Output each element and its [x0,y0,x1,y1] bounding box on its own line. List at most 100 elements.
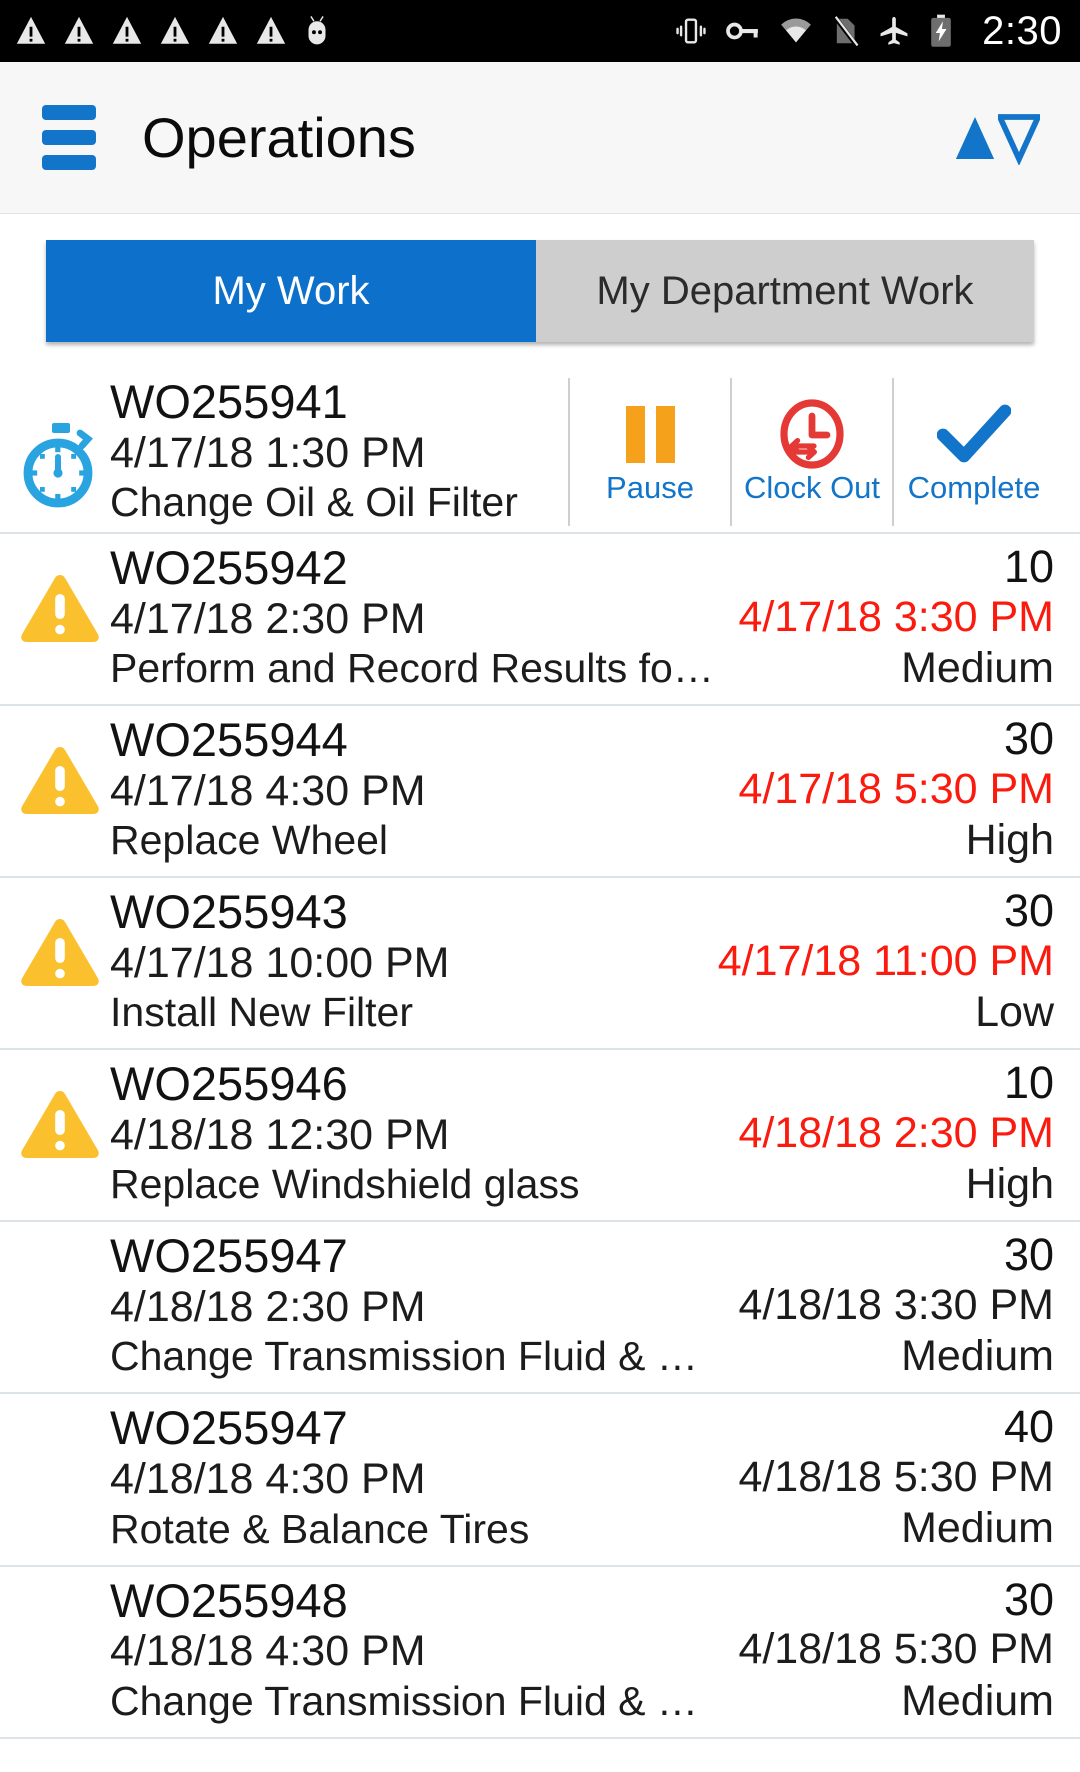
table-row[interactable]: WO255943 4/17/18 10:00 PM Install New Fi… [0,878,1080,1051]
work-order-priority: Medium [901,1504,1054,1553]
table-row[interactable]: WO255947 4/18/18 2:30 PM Change Transmis… [0,1222,1080,1395]
sim-off-icon [832,14,859,47]
work-order-due-date: 4/18/18 3:30 PM [738,1281,1054,1330]
work-order-duration: 30 [1003,713,1054,765]
work-order-due-date: 4/18/18 5:30 PM [738,1625,1054,1674]
work-order-meta: 10 4/18/18 2:30 PM High [722,1057,1054,1209]
work-order-description: Perform and Record Results for Emmisi… [110,645,722,691]
warning-icon [21,1091,99,1159]
row-status-icon [14,1577,106,1603]
warning-icon [160,16,190,44]
work-order-actions: Pause Clock Out Complete [568,378,1054,526]
warning-icon [64,16,94,44]
work-order-details: WO255947 4/18/18 4:30 PM Rotate & Balanc… [106,1404,722,1552]
warning-icon [21,747,99,815]
status-bar-system-icons: 2:30 [674,11,1062,51]
work-order-meta: 30 4/17/18 11:00 PM Low [702,885,1054,1037]
work-order-start-date: 4/17/18 4:30 PM [110,766,426,815]
work-order-details: WO255943 4/17/18 10:00 PM Install New Fi… [106,885,702,1036]
work-order-due-date: 4/18/18 5:30 PM [738,1453,1054,1502]
work-order-meta: 10 4/17/18 3:30 PM Medium [722,543,1054,692]
page-title: Operations [142,105,416,169]
work-order-meta: 40 4/18/18 5:30 PM Medium [722,1404,1054,1553]
hamburger-menu-icon[interactable] [42,105,96,170]
work-order-due-date: 4/17/18 11:00 PM [717,936,1054,985]
warning-icon [21,919,99,987]
table-row[interactable]: WO255942 4/17/18 2:30 PM Perform and Rec… [0,533,1080,707]
work-order-priority: Low [975,988,1054,1037]
clock-out-button[interactable]: Clock Out [730,378,892,526]
work-order-id: WO255947 [110,1401,348,1455]
work-order-priority: High [965,816,1054,864]
checkmark-icon [937,405,1011,463]
warning-icon [208,16,238,44]
work-order-meta: 30 4/18/18 3:30 PM Medium [722,1229,1054,1381]
status-bar-notification-icons [14,14,674,48]
work-order-start-date: 4/18/18 12:30 PM [110,1111,450,1160]
work-order-details: WO255947 4/18/18 2:30 PM Change Transmis… [106,1229,723,1380]
row-body: WO255946 4/18/18 12:30 PM Replace Windsh… [106,1057,1054,1209]
row-body: WO255944 4/17/18 4:30 PM Replace Wheel 3… [106,713,1054,864]
work-order-id: WO255947 [110,1229,348,1283]
work-order-id: WO255942 [110,540,348,594]
table-row[interactable]: WO255947 4/18/18 4:30 PM Rotate & Balanc… [0,1394,1080,1567]
row-status-icon [14,544,106,646]
work-order-description: Replace Windshield glass [110,1162,580,1208]
row-body: WO255942 4/17/18 2:30 PM Perform and Rec… [106,540,1054,692]
pause-button[interactable]: Pause [568,378,730,526]
work-order-id: WO255943 [110,885,348,939]
status-bar-clock: 2:30 [982,9,1062,53]
work-order-start-date: 4/17/18 1:30 PM [110,428,426,477]
clock-out-button-label: Clock Out [743,470,881,506]
row-status-icon [14,888,106,990]
work-order-start-date: 4/17/18 2:30 PM [110,594,426,643]
work-order-duration: 10 [1003,1057,1054,1109]
table-row[interactable]: WO255946 4/18/18 12:30 PM Replace Windsh… [0,1050,1080,1223]
row-body: WO255943 4/17/18 10:00 PM Install New Fi… [106,885,1054,1037]
work-order-description: Change Transmission Fluid & Filter [110,1678,723,1724]
work-order-due-date: 4/17/18 5:30 PM [738,764,1054,813]
work-order-details: WO255941 4/17/18 1:30 PM Change Oil & Oi… [106,375,568,526]
airplane-mode-icon [880,16,908,45]
row-status-icon [14,395,106,509]
work-order-meta: 30 4/18/18 5:30 PM Medium [722,1576,1054,1725]
work-order-description: Change Transmission Fluid & Filter [110,1334,723,1380]
work-order-description: Change Oil & Oil Filter [110,480,518,526]
work-order-priority: Medium [901,1332,1054,1381]
table-row[interactable]: WO255944 4/17/18 4:30 PM Replace Wheel 3… [0,706,1080,879]
row-status-icon [14,1060,106,1162]
table-row[interactable]: WO255941 4/17/18 1:30 PM Change Oil & Oi… [0,372,1080,534]
tab-my-work[interactable]: My Work [46,240,536,342]
work-order-description: Install New Filter [110,990,414,1036]
work-order-due-date: 4/18/18 2:30 PM [738,1109,1054,1158]
complete-button[interactable]: Complete [892,378,1054,526]
warning-icon [112,16,142,44]
work-order-details: WO255946 4/18/18 12:30 PM Replace Windsh… [106,1057,722,1208]
work-order-description: Rotate & Balance Tires [110,1506,530,1552]
work-order-duration: 30 [1003,885,1054,937]
warning-icon [21,574,99,642]
work-order-id: WO255946 [110,1057,348,1111]
work-order-start-date: 4/18/18 4:30 PM [110,1455,426,1504]
work-order-description: Replace Wheel [110,818,389,864]
table-row[interactable]: WO255948 4/18/18 4:30 PM Change Transmis… [0,1566,1080,1739]
work-order-priority: High [965,1160,1054,1209]
app-bar: Operations [0,62,1080,214]
tab-my-department-work[interactable]: My Department Work [536,240,1034,342]
sort-ascending-descending-icon[interactable] [954,111,1040,165]
row-status-icon [14,716,106,818]
row-status-icon [14,1404,106,1430]
row-body: WO255941 4/17/18 1:30 PM Change Oil & Oi… [106,375,1054,526]
work-order-details: WO255942 4/17/18 2:30 PM Perform and Rec… [106,540,722,692]
work-order-duration: 30 [1003,1229,1054,1281]
work-order-priority: Medium [901,643,1054,692]
row-body: WO255947 4/18/18 2:30 PM Change Transmis… [106,1229,1054,1381]
row-body: WO255947 4/18/18 4:30 PM Rotate & Balanc… [106,1404,1054,1553]
work-order-due-date: 4/17/18 3:30 PM [738,592,1054,641]
wifi-icon [781,18,812,43]
row-body: WO255948 4/18/18 4:30 PM Change Transmis… [106,1576,1054,1725]
vibrate-icon [676,18,706,44]
work-order-id: WO255941 [110,375,348,428]
work-order-details: WO255944 4/17/18 4:30 PM Replace Wheel [106,715,722,864]
work-order-list[interactable]: WO255941 4/17/18 1:30 PM Change Oil & Oi… [0,372,1080,1739]
